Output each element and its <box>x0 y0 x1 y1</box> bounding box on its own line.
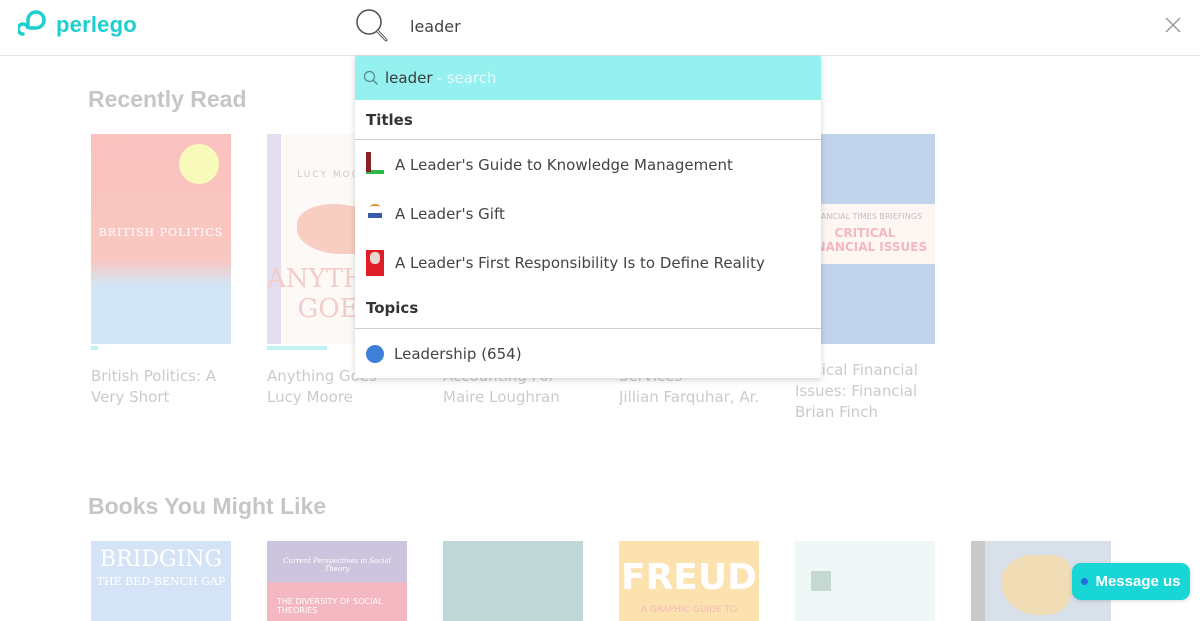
title-result-label: A Leader's First Responsibility Is to De… <box>395 253 765 272</box>
book-cover[interactable]: BRIDGING THE BED-BENCH GAP <box>91 541 231 621</box>
search-suggestions-dropdown: leader - search Titles A Leader's Guide … <box>355 56 821 378</box>
suggestion-hint: - search <box>436 69 497 87</box>
title-result[interactable]: A Leader's Guide to Knowledge Management <box>355 140 821 189</box>
book-thumbnail <box>366 151 384 178</box>
book-thumbnail <box>366 200 384 227</box>
title-result-label: A Leader's Guide to Knowledge Management <box>395 155 733 174</box>
book-author: Lucy Moore <box>267 388 353 406</box>
recommended-book[interactable]: FREUD A GRAPHIC GUIDE TO <box>619 541 759 621</box>
brand-name: perlego <box>56 12 137 37</box>
recommended-book[interactable] <box>443 541 583 621</box>
recommended-book[interactable]: Current Perspectives in Social Theory TH… <box>267 541 407 621</box>
cover-logo <box>811 571 831 591</box>
book-author: Maire Loughran <box>443 388 560 406</box>
cover-title: BRIDGING <box>99 547 223 572</box>
cover-subtitle: A GRAPHIC GUIDE TO <box>640 605 738 615</box>
topics-heading: Topics <box>355 287 821 329</box>
top-header: perlego <box>0 0 1200 56</box>
book-cover[interactable]: BRITISH POLITICS <box>91 134 231 344</box>
titles-heading: Titles <box>355 100 821 140</box>
book-thumbnail <box>366 249 384 276</box>
search-query-suggestion[interactable]: leader - search <box>355 56 821 100</box>
search-icon[interactable] <box>355 8 389 48</box>
suggestion-query: leader <box>385 69 433 87</box>
title-result[interactable]: A Leader's Gift <box>355 189 821 238</box>
reading-progress-bar <box>267 346 328 350</box>
badge-circle <box>179 144 219 184</box>
topic-result[interactable]: Leadership (654) <box>355 329 821 378</box>
books-you-might-like-heading: Books You Might Like <box>88 493 327 519</box>
cover-title: FREUD <box>620 557 758 598</box>
message-us-button[interactable]: Message us <box>1072 563 1190 600</box>
recently-read-heading: Recently Read <box>88 86 247 112</box>
cover-title: THE DIVERSITY OF SOCIAL THEORIES <box>277 597 383 615</box>
book-cover[interactable] <box>795 541 935 621</box>
book-title[interactable]: British Politics: A <box>91 366 231 387</box>
title-result[interactable]: A Leader's First Responsibility Is to De… <box>355 238 821 287</box>
book-cover[interactable] <box>443 541 583 621</box>
topic-result-label: Leadership (654) <box>394 344 522 363</box>
title-result-label: A Leader's Gift <box>395 204 505 223</box>
recommended-book[interactable]: BRIDGING THE BED-BENCH GAP <box>91 541 231 621</box>
close-icon[interactable] <box>1162 14 1184 36</box>
book-cover[interactable]: FREUD A GRAPHIC GUIDE TO <box>619 541 759 621</box>
cover-series: Current Perspectives in Social Theory <box>283 557 391 573</box>
search-input[interactable] <box>400 10 1100 42</box>
perlego-logo[interactable]: perlego <box>18 10 137 40</box>
recommended-book[interactable] <box>795 541 935 621</box>
topic-icon <box>366 344 384 363</box>
search-icon <box>363 70 378 85</box>
cover-title: BRITISH POLITICS <box>98 226 224 239</box>
book-author: Brian Finch <box>795 403 879 421</box>
online-status-dot <box>1081 578 1089 585</box>
book-title-line2: Very Short <box>91 388 170 406</box>
perlego-logo-icon <box>18 10 46 36</box>
book-card[interactable]: BRITISH POLITICS British Politics: A Ver… <box>91 134 231 408</box>
book-author: Jillian Farquhar, Ar... <box>619 388 759 406</box>
book-title-line2: Issues: Financial <box>795 382 918 400</box>
message-us-label: Message us <box>1095 573 1181 590</box>
cover-subtitle: THE BED-BENCH GAP <box>96 575 226 588</box>
book-cover[interactable]: Current Perspectives in Social Theory TH… <box>267 541 407 621</box>
cover-illustration <box>1001 555 1071 615</box>
reading-progress-bar <box>91 346 98 350</box>
